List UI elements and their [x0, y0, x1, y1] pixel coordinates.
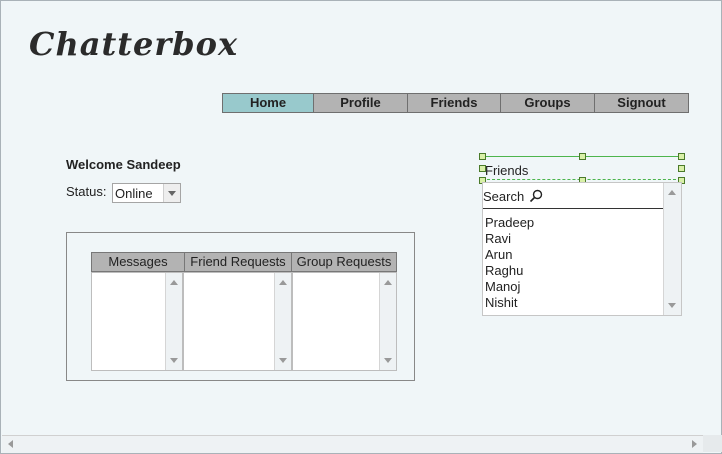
scroll-down-icon[interactable]: [279, 358, 287, 363]
tab-messages[interactable]: Messages: [92, 253, 185, 271]
messages-list[interactable]: [91, 272, 183, 371]
friend-item[interactable]: Manoj: [485, 279, 534, 295]
search-icon[interactable]: [529, 189, 543, 203]
main-nav: Home Profile Friends Groups Signout: [222, 93, 689, 113]
nav-friends[interactable]: Friends: [408, 94, 501, 112]
chevron-down-icon[interactable]: [163, 184, 180, 202]
horizontal-scrollbar[interactable]: [2, 435, 703, 453]
messages-scrollbar[interactable]: [165, 273, 182, 370]
nav-profile[interactable]: Profile: [314, 94, 408, 112]
scroll-up-icon[interactable]: [170, 280, 178, 285]
tab-group-requests[interactable]: Group Requests: [292, 253, 396, 271]
status-value: Online: [115, 186, 153, 201]
nav-groups[interactable]: Groups: [501, 94, 595, 112]
window-frame: Chatterbox Home Profile Friends Groups S…: [0, 0, 722, 454]
friend-requests-scrollbar[interactable]: [274, 273, 291, 370]
friend-item[interactable]: Nishit: [485, 295, 534, 311]
resize-handle[interactable]: [579, 153, 586, 160]
resize-handle[interactable]: [479, 153, 486, 160]
app-logo: Chatterbox: [29, 25, 239, 63]
scroll-down-icon[interactable]: [170, 358, 178, 363]
resize-handle[interactable]: [678, 153, 685, 160]
scroll-up-icon[interactable]: [279, 280, 287, 285]
activity-tabs: Messages Friend Requests Group Requests: [91, 252, 397, 272]
friend-requests-list[interactable]: [183, 272, 292, 371]
welcome-text: Welcome Sandeep: [66, 157, 181, 172]
nav-signout[interactable]: Signout: [595, 94, 688, 112]
friend-list: Pradeep Ravi Arun Raghu Manoj Nishit: [485, 215, 534, 311]
friend-item[interactable]: Pradeep: [485, 215, 534, 231]
friend-item[interactable]: Raghu: [485, 263, 534, 279]
friends-panel: Search Pradeep Ravi Arun Raghu Manoj Nis…: [482, 182, 682, 316]
scroll-right-icon[interactable]: [692, 440, 697, 448]
nav-home[interactable]: Home: [223, 94, 314, 112]
scroll-up-icon[interactable]: [384, 280, 392, 285]
search-label: Search: [483, 189, 525, 204]
group-requests-list[interactable]: [292, 272, 397, 371]
friend-item[interactable]: Ravi: [485, 231, 534, 247]
scroll-down-icon[interactable]: [668, 303, 676, 308]
scroll-down-icon[interactable]: [384, 358, 392, 363]
scroll-left-icon[interactable]: [8, 440, 13, 448]
resize-handle[interactable]: [479, 165, 486, 172]
scroll-up-icon[interactable]: [668, 190, 676, 195]
friends-title: Friends: [485, 163, 529, 178]
resize-handle[interactable]: [678, 165, 685, 172]
friends-scrollbar[interactable]: [663, 183, 681, 315]
friends-search[interactable]: Search: [483, 186, 663, 209]
friend-item[interactable]: Arun: [485, 247, 534, 263]
group-requests-scrollbar[interactable]: [379, 273, 396, 370]
tab-friend-requests[interactable]: Friend Requests: [185, 253, 292, 271]
status-select[interactable]: Online: [112, 183, 181, 203]
status-label: Status:: [66, 184, 107, 199]
scrollbar-corner: [703, 435, 722, 452]
